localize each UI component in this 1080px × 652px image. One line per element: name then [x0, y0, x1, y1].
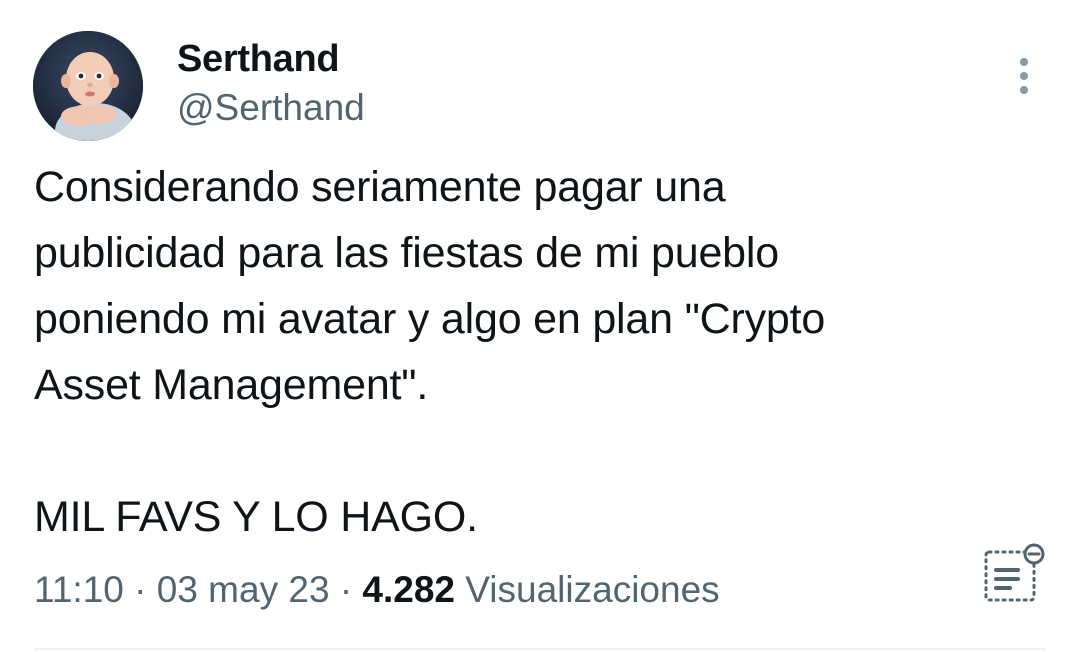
tweet-card: Serthand @Serthand Considerando seriamen… [0, 0, 1080, 652]
display-name[interactable]: Serthand [177, 36, 340, 82]
tweet-meta: 11:10 · 03 may 23 · 4.282 Visualizacione… [34, 566, 720, 614]
more-options-button[interactable] [1004, 52, 1044, 100]
analytics-button[interactable] [978, 542, 1048, 608]
meta-separator: · [134, 569, 147, 610]
meta-separator: · [339, 569, 353, 610]
tweet-text: Considerando seriamente pagar una public… [34, 163, 826, 541]
more-vertical-icon-dot-3 [1020, 86, 1028, 94]
tweet-date[interactable]: 03 may 23 [157, 569, 330, 610]
more-vertical-icon [1020, 58, 1028, 66]
avatar[interactable] [33, 31, 143, 141]
divider [34, 648, 1046, 650]
views-label: Visualizaciones [465, 569, 720, 610]
tweet-time[interactable]: 11:10 [34, 569, 124, 610]
user-handle[interactable]: @Serthand [177, 85, 365, 131]
baby-photo-avatar-icon [33, 31, 143, 141]
analytics-icon [984, 543, 1045, 602]
more-vertical-icon-dot-2 [1020, 72, 1028, 80]
views-count: 4.282 [362, 569, 456, 610]
